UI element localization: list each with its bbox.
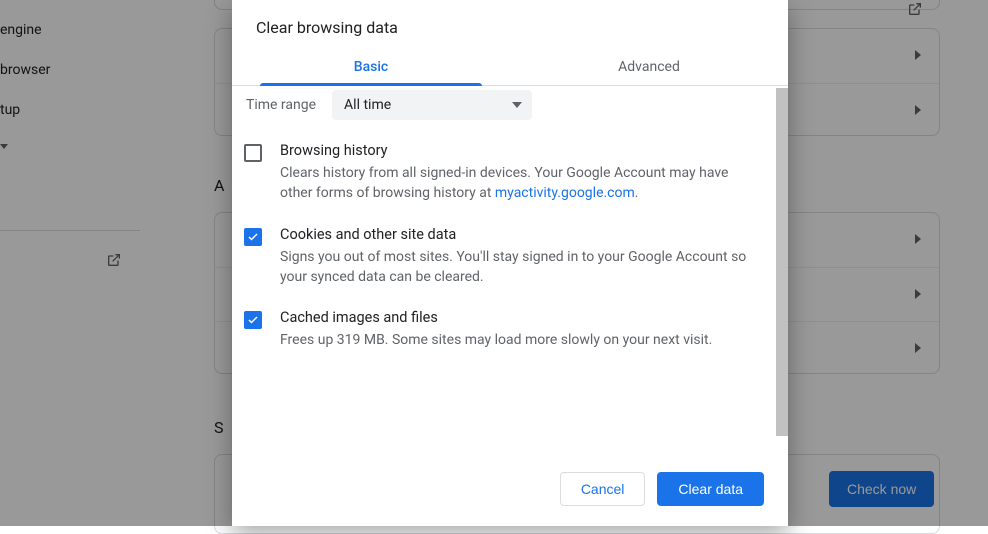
dialog-title: Clear browsing data	[232, 0, 788, 51]
option-title: Cached images and files	[280, 309, 750, 326]
checkbox-browsing-history[interactable]	[244, 144, 262, 162]
option-title: Cookies and other site data	[280, 226, 750, 243]
option-title: Browsing history	[280, 142, 750, 159]
option-cookies: Cookies and other site data Signs you ou…	[244, 204, 750, 288]
scrollbar-thumb[interactable]	[776, 88, 788, 436]
clear-data-button[interactable]: Clear data	[657, 472, 764, 506]
checkbox-cookies[interactable]	[244, 228, 262, 246]
time-range-value: All time	[344, 97, 391, 113]
dialog-tabs: Basic Advanced	[232, 51, 788, 86]
tab-advanced[interactable]: Advanced	[510, 51, 788, 85]
cancel-button[interactable]: Cancel	[560, 472, 646, 506]
time-range-label: Time range	[246, 97, 316, 113]
option-description: Clears history from all signed-in device…	[280, 163, 750, 204]
time-range-select[interactable]: All time	[332, 90, 532, 120]
checkbox-cache[interactable]	[244, 311, 262, 329]
option-description: Frees up 319 MB. Some sites may load mor…	[280, 330, 750, 350]
scrollbar[interactable]	[776, 88, 788, 456]
clear-browsing-data-dialog: Clear browsing data Basic Advanced Time …	[232, 0, 788, 526]
chevron-down-icon	[512, 102, 522, 108]
option-cache: Cached images and files Frees up 319 MB.…	[244, 287, 750, 350]
option-description: Signs you out of most sites. You'll stay…	[280, 247, 750, 288]
dialog-footer: Cancel Clear data	[232, 456, 788, 526]
option-browsing-history: Browsing history Clears history from all…	[244, 120, 750, 204]
dialog-scroll-area[interactable]: Time range All time Browsing history Cle…	[232, 86, 774, 456]
myactivity-link[interactable]: myactivity.google.com	[495, 185, 635, 201]
tab-basic[interactable]: Basic	[232, 51, 510, 85]
